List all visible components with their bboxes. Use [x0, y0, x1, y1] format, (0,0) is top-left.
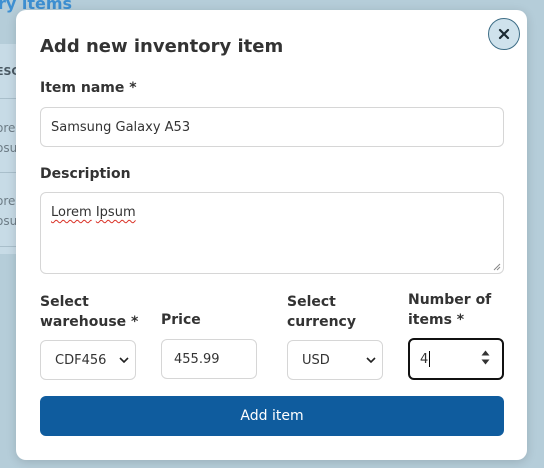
description-value-word: Lorem — [51, 205, 92, 220]
currency-select[interactable]: USD — [287, 340, 383, 380]
price-value: 455.99 — [174, 351, 220, 367]
chevron-down-icon — [119, 357, 129, 363]
add-inventory-modal: Add new inventory item Item name * Samsu… — [16, 10, 527, 460]
currency-selected-value: USD — [302, 352, 330, 368]
spinner-down-icon[interactable] — [481, 359, 490, 365]
description-value-word: Ipsum — [95, 205, 136, 220]
number-of-items-input[interactable]: 4 — [408, 338, 504, 380]
warehouse-selected-value: CDF456 — [55, 352, 107, 368]
price-label: Price — [161, 312, 201, 328]
currency-label: Select currency — [287, 294, 356, 330]
warehouse-select[interactable]: CDF456 — [40, 340, 136, 380]
description-label: Description — [40, 166, 131, 182]
add-item-button[interactable]: Add item — [40, 396, 504, 436]
description-textarea[interactable]: Lorem Ipsum — [40, 192, 504, 274]
close-icon — [498, 28, 510, 40]
modal-title: Add new inventory item — [40, 36, 284, 57]
background-cell: osu — [0, 214, 18, 228]
background-cell: ore — [0, 194, 16, 208]
add-item-button-label: Add item — [240, 408, 304, 424]
spinner-up-icon[interactable] — [481, 350, 490, 356]
chevron-down-icon — [366, 357, 376, 363]
number-spinner[interactable] — [481, 350, 490, 365]
price-input[interactable]: 455.99 — [161, 339, 257, 379]
item-name-value: Samsung Galaxy A53 — [51, 119, 191, 135]
number-of-items-label: Number of items * — [408, 292, 492, 328]
background-cell: osu — [0, 141, 18, 155]
item-name-input[interactable]: Samsung Galaxy A53 — [40, 107, 504, 147]
number-of-items-value: 4 — [420, 351, 429, 367]
warehouse-label: Select warehouse * — [40, 294, 139, 330]
close-button[interactable] — [488, 18, 520, 50]
background-cell: ore — [0, 121, 16, 135]
item-name-label: Item name * — [40, 80, 137, 96]
resize-handle-icon[interactable] — [493, 263, 501, 271]
text-cursor — [429, 351, 431, 367]
